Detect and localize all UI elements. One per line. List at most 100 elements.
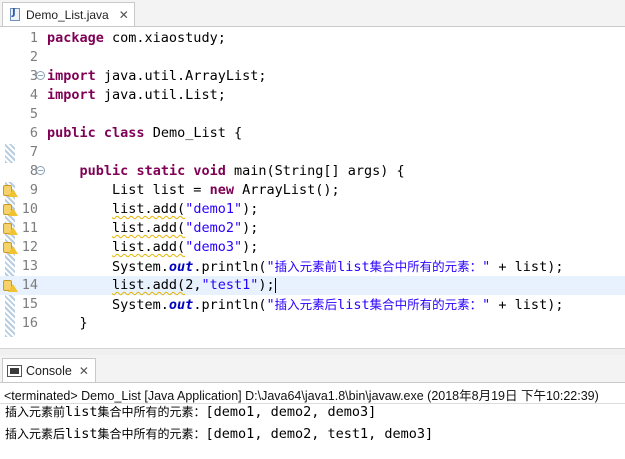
line-number: 1	[29, 30, 38, 46]
line-number: 6	[29, 125, 38, 141]
editor-tab-demo-list[interactable]: Demo_List.java ✕	[2, 2, 135, 26]
line-number: 10	[21, 201, 38, 217]
line-number: 7	[29, 144, 38, 160]
code-line[interactable]: 2	[0, 48, 625, 67]
code-token: out	[168, 259, 194, 275]
code-line[interactable]: 14 list.add(2,"test1");	[0, 276, 625, 295]
fold-toggle-icon[interactable]: −	[36, 71, 45, 80]
console-value: [demo1, demo2, test1, demo3]	[205, 426, 434, 442]
console-output-line: 插入元素前list集合中所有的元素：[demo1, demo2, demo3]	[5, 403, 376, 422]
code-token: 插入元素前	[274, 259, 338, 274]
code-token: Demo_List {	[144, 125, 243, 141]
code-token: "demo2"	[185, 220, 243, 236]
code-text: package com.xiaostudy;	[47, 29, 226, 48]
console-value: [demo1, demo2, demo3]	[205, 404, 377, 420]
line-number: 4	[29, 87, 38, 103]
code-line[interactable]: 13 System.out.println("插入元素前list集合中所有的元素…	[0, 257, 625, 276]
console-text: 集合中所有的元素：	[97, 427, 206, 441]
line-number: 5	[29, 106, 38, 122]
code-text: System.out.println("插入元素后list集合中所有的元素：" …	[47, 295, 563, 315]
code-token: .println(	[193, 259, 267, 275]
code-token: java.util.ArrayList;	[95, 68, 267, 84]
code-line[interactable]: 5	[0, 105, 625, 124]
console-text: 插入元素后	[5, 427, 66, 441]
code-token: 集合中所有的元素：	[369, 259, 483, 274]
code-token: "	[266, 259, 275, 275]
code-line[interactable]: 7	[0, 143, 625, 162]
code-line[interactable]: 9 List list = new ArrayList();	[0, 181, 625, 200]
code-token: void	[193, 163, 226, 179]
code-line[interactable]: 12 list.add("demo3");	[0, 238, 625, 257]
code-token: + list);	[490, 259, 564, 275]
console-status-text: <terminated> Demo_List [Java Application…	[4, 389, 599, 403]
code-token: list.add(	[112, 239, 186, 255]
code-text: public class Demo_List {	[47, 124, 242, 143]
code-token: List list =	[47, 182, 210, 198]
close-tab-icon[interactable]: ✕	[119, 8, 129, 22]
code-line[interactable]: 6 public class Demo_List {	[0, 124, 625, 143]
code-line[interactable]: 16 }	[0, 314, 625, 333]
code-token: public	[79, 163, 129, 179]
code-line[interactable]: 8− public static void main(String[] args…	[0, 162, 625, 181]
code-token: out	[168, 297, 194, 313]
code-token: + list);	[490, 297, 564, 313]
code-token: list.add(	[112, 201, 186, 217]
code-token: import	[47, 68, 96, 84]
code-line[interactable]: 15 System.out.println("插入元素后list集合中所有的元素…	[0, 295, 625, 314]
code-token: class	[103, 125, 145, 141]
code-editor[interactable]: 1 package com.xiaostudy; 2 3− import java.ut…	[0, 27, 625, 348]
code-token: );	[242, 201, 259, 217]
line-number: 9	[29, 182, 38, 198]
warning-marker-icon[interactable]	[3, 184, 18, 197]
close-console-icon[interactable]: ✕	[79, 364, 89, 378]
code-token: System.	[47, 259, 169, 275]
code-token: System.	[47, 297, 169, 313]
code-token: }	[47, 315, 88, 331]
code-text: public static void main(String[] args) {	[47, 162, 405, 181]
code-text: list.add("demo2");	[47, 219, 258, 238]
code-token: com.xiaostudy;	[103, 30, 226, 46]
line-number: 13	[21, 258, 38, 274]
code-token: package	[47, 30, 104, 46]
line-number: 11	[21, 220, 38, 236]
line-number: 14	[21, 277, 38, 293]
code-token: new	[209, 182, 234, 198]
console-output-line: 插入元素后list集合中所有的元素：[demo1, demo2, test1, …	[5, 425, 433, 444]
code-line[interactable]: 11 list.add("demo2");	[0, 219, 625, 238]
code-token: static	[136, 163, 186, 179]
code-line[interactable]: 10 list.add("demo1");	[0, 200, 625, 219]
console-icon	[7, 364, 22, 377]
code-token: list.add(	[112, 220, 186, 236]
code-line[interactable]: 1 package com.xiaostudy;	[0, 29, 625, 48]
editor-tab-label: Demo_List.java	[26, 7, 109, 22]
fold-toggle-icon[interactable]: −	[36, 166, 45, 175]
warning-marker-icon[interactable]	[3, 222, 18, 235]
code-line[interactable]: 3− import java.util.ArrayList;	[0, 67, 625, 86]
warning-marker-icon[interactable]	[3, 279, 18, 292]
line-number: 8	[29, 163, 38, 179]
console-tab[interactable]: Console ✕	[2, 358, 96, 382]
code-token: main(String[] args) {	[225, 163, 405, 179]
warning-marker-icon[interactable]	[3, 241, 18, 254]
line-number: 15	[21, 296, 38, 312]
code-text: import java.util.List;	[47, 86, 226, 105]
code-text: List list = new ArrayList();	[47, 181, 340, 200]
java-file-icon	[8, 7, 22, 22]
code-token: "test1"	[201, 277, 259, 293]
code-token: .println(	[193, 297, 267, 313]
code-token: list	[337, 297, 370, 313]
code-line[interactable]: 4 import java.util.List;	[0, 86, 625, 105]
code-token: "demo3"	[185, 239, 243, 255]
code-text: }	[47, 314, 88, 333]
code-token: );	[242, 239, 259, 255]
panel-divider[interactable]	[0, 348, 625, 355]
console-tab-label: Console	[26, 363, 72, 378]
warning-marker-icon[interactable]	[3, 203, 18, 216]
console-text: 插入元素前	[5, 405, 66, 419]
console-tab-bar: Console ✕	[0, 355, 625, 383]
